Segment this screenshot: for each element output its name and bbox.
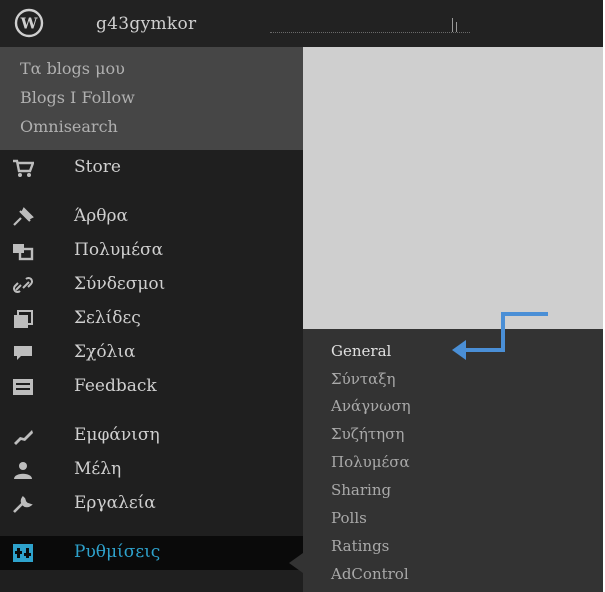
sidebar-item-label: Πολυμέσα [74, 240, 164, 260]
sidebar-item-label: Εργαλεία [74, 493, 156, 513]
appearance-icon [14, 430, 33, 445]
media-icon [13, 244, 34, 261]
sidebar-item-comments[interactable]: Σχόλια [0, 336, 303, 370]
sidebar-item-label: Μέλη [74, 459, 122, 479]
pages-icon [14, 310, 33, 328]
sidebar-item-posts[interactable]: Άρθρα [0, 200, 303, 234]
submenu-item-media[interactable]: Πολυμέσα [331, 453, 410, 471]
submenu-item-writing[interactable]: Σύνταξη [331, 370, 396, 388]
pin-icon [13, 207, 34, 226]
wp-admin-frame: W g43gymkor Τα blogs μου Blogs I Follow … [0, 0, 605, 592]
admin-bar: W g43gymkor [0, 0, 603, 48]
settings-icon [13, 544, 33, 562]
sidebar-item-store[interactable]: Store [0, 151, 303, 185]
sidebar-item-label: Εμφάνιση [74, 425, 160, 445]
annotation-arrow-icon [452, 312, 548, 360]
site-name-link[interactable]: g43gymkor [96, 14, 196, 34]
sidebar-item-label: Σελίδες [74, 308, 141, 328]
feedback-icon [13, 379, 33, 395]
submenu-item-polls[interactable]: Polls [331, 509, 367, 527]
sidebar-item-links[interactable]: Σύνδεσμοι [0, 268, 303, 302]
submenu-item-general[interactable]: General [331, 342, 391, 360]
admin-sidebar: Store Άρθρα Πολυμέσα Σύνδεσμοι Σελίδες Σ… [0, 150, 303, 592]
sidebar-item-label: Σχόλια [74, 342, 136, 362]
submenu-item-discussion[interactable]: Συζήτηση [331, 425, 404, 443]
sidebar-item-users[interactable]: Μέλη [0, 453, 303, 487]
submenu-item-reading[interactable]: Ανάγνωση [331, 397, 411, 415]
my-blogs-link[interactable]: Τα blogs μου [20, 59, 125, 78]
sidebar-item-label: Feedback [74, 376, 157, 396]
sidebar-item-label: Store [74, 157, 121, 177]
sidebar-item-label: Ρυθμίσεις [74, 542, 161, 562]
sidebar-item-label: Άρθρα [74, 206, 128, 226]
tools-icon [13, 496, 33, 513]
sidebar-item-appearance[interactable]: Εμφάνιση [0, 419, 303, 453]
sidebar-item-media[interactable]: Πολυμέσα [0, 234, 303, 268]
my-sites-dropdown: Τα blogs μου Blogs I Follow Omnisearch [0, 47, 303, 150]
comments-icon [14, 346, 32, 360]
sidebar-item-label: Σύνδεσμοι [74, 274, 166, 294]
wordpress-logo-icon[interactable]: W [12, 8, 46, 38]
sidebar-item-pages[interactable]: Σελίδες [0, 302, 303, 336]
submenu-item-adcontrol[interactable]: AdControl [331, 565, 409, 583]
admin-bar-tick [452, 18, 453, 32]
content-area [303, 47, 603, 329]
link-icon [12, 276, 34, 294]
users-icon [14, 462, 32, 479]
sidebar-item-feedback[interactable]: Feedback [0, 370, 303, 404]
submenu-item-sharing[interactable]: Sharing [331, 481, 391, 499]
submenu-pointer [289, 553, 303, 573]
submenu-item-ratings[interactable]: Ratings [331, 537, 389, 555]
sidebar-item-settings[interactable]: Ρυθμίσεις [0, 536, 303, 570]
svg-text:W: W [20, 15, 39, 33]
sidebar-item-tools[interactable]: Εργαλεία [0, 487, 303, 521]
admin-bar-divider [270, 32, 470, 33]
cart-icon [13, 159, 34, 177]
admin-bar-tick [456, 22, 457, 32]
omnisearch-link[interactable]: Omnisearch [20, 117, 118, 136]
blogs-i-follow-link[interactable]: Blogs I Follow [20, 88, 135, 107]
